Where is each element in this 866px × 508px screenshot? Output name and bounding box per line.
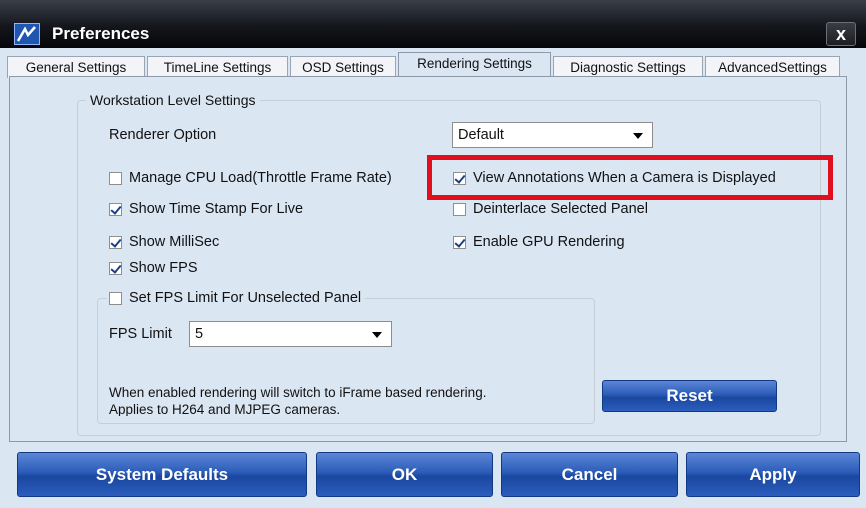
renderer-option-select[interactable]: Default	[452, 122, 653, 148]
manage-cpu-label: Manage CPU Load(Throttle Frame Rate)	[129, 170, 392, 186]
tab-bar: General Settings TimeLine Settings OSD S…	[7, 52, 859, 78]
chevron-down-icon	[372, 332, 382, 338]
tab-diagnostic-settings[interactable]: Diagnostic Settings	[553, 56, 703, 78]
fps-limit-label: FPS Limit	[109, 326, 172, 342]
group-title: Workstation Level Settings	[86, 92, 260, 108]
checkbox-box[interactable]	[109, 171, 122, 185]
ok-button[interactable]: OK	[316, 452, 493, 497]
close-button[interactable]: x	[826, 22, 856, 46]
fps-limit-value: 5	[195, 326, 204, 342]
deinterlace-label: Deinterlace Selected Panel	[473, 201, 648, 217]
checkbox-box[interactable]	[453, 235, 466, 249]
manage-cpu-checkbox[interactable]: Manage CPU Load(Throttle Frame Rate)	[109, 170, 392, 186]
checkbox-box[interactable]	[453, 202, 466, 216]
system-defaults-button[interactable]: System Defaults	[17, 452, 307, 497]
set-fps-limit-checkbox[interactable]: Set FPS Limit For Unselected Panel	[107, 290, 366, 306]
set-fps-limit-label: Set FPS Limit For Unselected Panel	[129, 290, 362, 306]
tab-rendering-settings[interactable]: Rendering Settings	[398, 52, 551, 78]
rendering-note: When enabled rendering will switch to iF…	[109, 384, 609, 416]
checkbox-box[interactable]	[109, 202, 122, 216]
show-fps-label: Show FPS	[129, 260, 198, 276]
tab-general-settings[interactable]: General Settings	[7, 56, 145, 78]
window-title: Preferences	[52, 24, 150, 43]
enable-gpu-label: Enable GPU Rendering	[473, 234, 625, 250]
show-millisec-label: Show MilliSec	[129, 234, 220, 250]
note-line-2: Applies to H264 and MJPEG cameras.	[109, 402, 341, 416]
app-logo-icon	[14, 23, 40, 45]
checkbox-box[interactable]	[109, 261, 122, 275]
show-timestamp-label: Show Time Stamp For Live	[129, 201, 304, 217]
renderer-option-label: Renderer Option	[109, 127, 217, 143]
chevron-down-icon	[633, 133, 643, 139]
show-timestamp-checkbox[interactable]: Show Time Stamp For Live	[109, 201, 303, 217]
highlight-rectangle	[427, 155, 833, 200]
tab-osd-settings[interactable]: OSD Settings	[290, 56, 396, 78]
renderer-option-value: Default	[458, 127, 504, 143]
tab-advanced-settings[interactable]: AdvancedSettings	[705, 56, 840, 78]
fps-limit-select[interactable]: 5	[189, 321, 392, 347]
show-millisec-checkbox[interactable]: Show MilliSec	[109, 234, 219, 250]
checkbox-box[interactable]	[109, 291, 122, 305]
note-line-1: When enabled rendering will switch to iF…	[109, 385, 487, 400]
apply-button[interactable]: Apply	[686, 452, 860, 497]
checkbox-box[interactable]	[109, 235, 122, 249]
reset-button[interactable]: Reset	[602, 380, 777, 412]
title-bar: Preferences x	[0, 0, 866, 48]
enable-gpu-checkbox[interactable]: Enable GPU Rendering	[453, 234, 625, 250]
show-fps-checkbox[interactable]: Show FPS	[109, 260, 198, 276]
deinterlace-checkbox[interactable]: Deinterlace Selected Panel	[453, 201, 648, 217]
tab-timeline-settings[interactable]: TimeLine Settings	[147, 56, 288, 78]
cancel-button[interactable]: Cancel	[501, 452, 678, 497]
